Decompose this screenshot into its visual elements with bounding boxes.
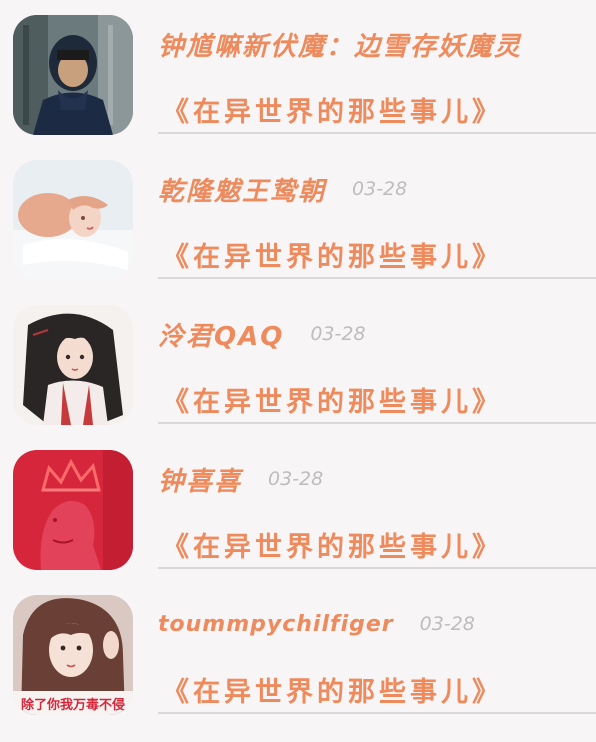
comment-date: 03-28 [419, 613, 475, 635]
divider [158, 132, 596, 134]
list-item[interactable]: 除了你我万毒不侵 toummpychilfiger 03-28 《在异世界的那些… [0, 580, 596, 725]
avatar-image [13, 305, 133, 425]
avatar-image: 除了你我万毒不侵 [13, 595, 133, 715]
list-item[interactable]: 钟喜喜 03-28 《在异世界的那些事儿》 [0, 435, 596, 580]
divider [158, 712, 596, 714]
user-name[interactable]: 乾隆魃王鸷朝 [158, 171, 326, 208]
divider [158, 567, 596, 569]
anime-girl-avatar[interactable] [13, 305, 133, 425]
book-title[interactable]: 《在异世界的那些事儿》 [162, 525, 503, 564]
user-name[interactable]: 泠君QAQ [158, 316, 284, 353]
divider [158, 277, 596, 279]
comment-date: 03-28 [268, 468, 324, 490]
avatar-caption: 除了你我万毒不侵 [21, 697, 125, 713]
avatar-image [13, 450, 133, 570]
comment-date: 03-28 [352, 178, 408, 200]
book-title[interactable]: 《在异世界的那些事儿》 [162, 670, 503, 709]
comment-list: 钟馗嘛新伏魔：边雪存妖魔灵 《在异世界的那些事儿》 乾隆魃王鸷朝 03-28 《… [0, 0, 596, 742]
queen-crown-avatar[interactable] [13, 450, 133, 570]
divider [158, 422, 596, 424]
list-item[interactable]: 乾隆魃王鸷朝 03-28 《在异世界的那些事儿》 [0, 145, 596, 290]
name-row: 钟馗嘛新伏魔：边雪存妖魔灵 [158, 26, 548, 62]
user-name[interactable]: 钟喜喜 [158, 461, 242, 498]
book-title[interactable]: 《在异世界的那些事儿》 [162, 380, 503, 419]
book-title[interactable]: 《在异世界的那些事儿》 [162, 235, 503, 274]
user-name[interactable]: 钟馗嘛新伏魔：边雪存妖魔灵 [158, 26, 522, 63]
comment-date: 03-28 [310, 323, 366, 345]
name-row: 钟喜喜 03-28 [158, 461, 323, 497]
name-row: 泠君QAQ 03-28 [158, 316, 366, 352]
book-title[interactable]: 《在异世界的那些事儿》 [162, 90, 503, 129]
hooded-man-avatar[interactable] [13, 15, 133, 135]
avatar-image [13, 15, 133, 135]
avatar-image [13, 160, 133, 280]
woman-lying-avatar[interactable] [13, 160, 133, 280]
name-row: 乾隆魃王鸷朝 03-28 [158, 171, 407, 207]
list-item[interactable]: 钟馗嘛新伏魔：边雪存妖魔灵 《在异世界的那些事儿》 [0, 0, 596, 145]
list-item[interactable]: 泠君QAQ 03-28 《在异世界的那些事儿》 [0, 290, 596, 435]
girl-selfie-avatar[interactable]: 除了你我万毒不侵 [13, 595, 133, 715]
name-row: toummpychilfiger 03-28 [158, 606, 475, 642]
user-name[interactable]: toummpychilfiger [158, 612, 394, 637]
